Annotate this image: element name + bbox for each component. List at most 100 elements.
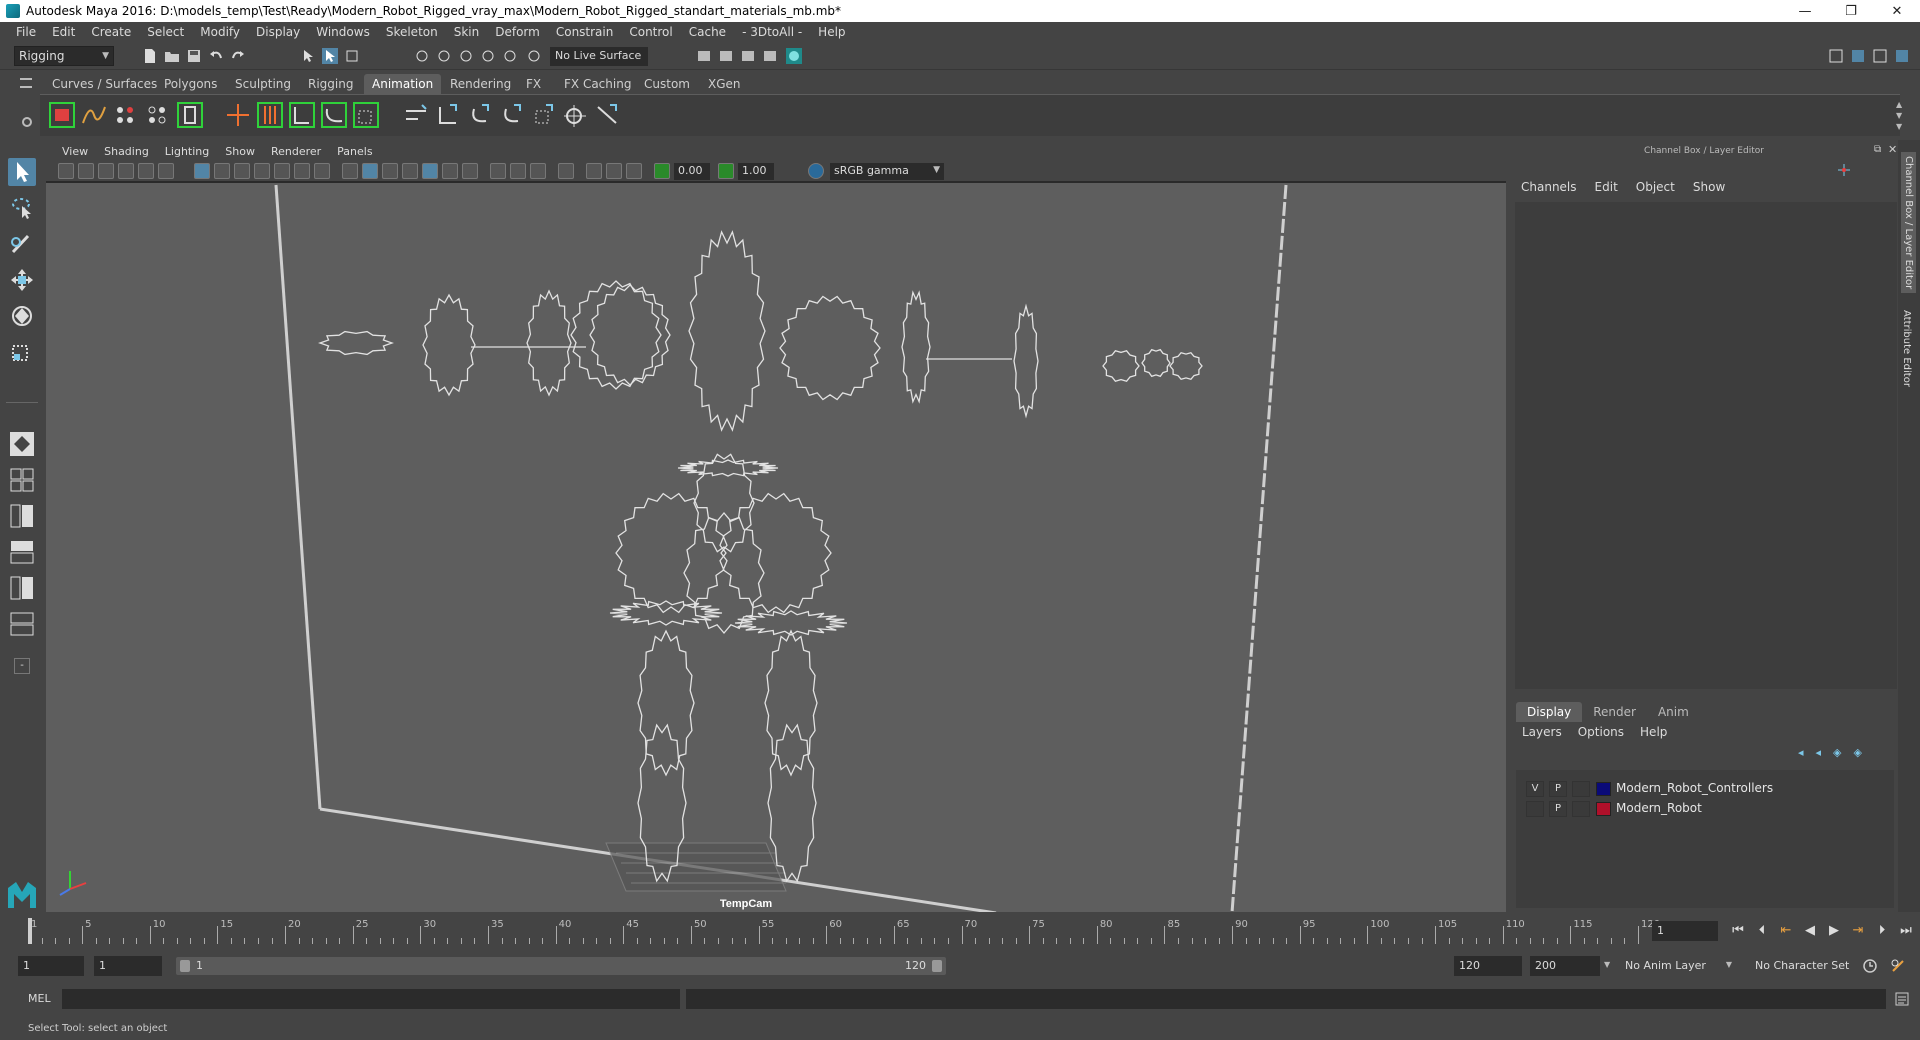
trax-editor-icon[interactable]	[144, 101, 172, 129]
dope-sheet-icon[interactable]	[112, 101, 140, 129]
select-camera-icon[interactable]	[58, 163, 74, 179]
undo-icon[interactable]	[208, 48, 224, 64]
range-bar[interactable]: 1 120	[176, 957, 946, 975]
motion-path-icon[interactable]	[594, 101, 622, 129]
command-input[interactable]	[62, 989, 680, 1009]
select-object-icon[interactable]	[322, 48, 338, 64]
scale-constraint-icon[interactable]	[352, 101, 380, 129]
tab-rendering[interactable]: Rendering	[442, 74, 519, 94]
render-frame-icon[interactable]	[718, 48, 734, 64]
grid-toggle-icon[interactable]	[194, 163, 210, 179]
shelf-scroll-arrows[interactable]: ▲ ▼ ▼	[1896, 99, 1904, 133]
current-time-marker[interactable]	[28, 918, 32, 944]
four-view-layout-icon[interactable]	[8, 466, 36, 494]
shadows-icon[interactable]	[462, 163, 478, 179]
layer-playback-toggle[interactable]: P	[1549, 781, 1567, 797]
resolution-gate-icon[interactable]	[234, 163, 250, 179]
tab-fx-caching[interactable]: FX Caching	[556, 74, 639, 94]
layer-display-type-toggle[interactable]	[1572, 781, 1590, 797]
channel-box-list[interactable]	[1515, 202, 1897, 689]
isolate-select-icon[interactable]	[558, 163, 574, 179]
tab-custom[interactable]: Custom	[636, 74, 698, 94]
layer-visibility-toggle[interactable]	[1526, 801, 1544, 817]
tool-settings-toggle-icon[interactable]	[1872, 48, 1888, 64]
play-backwards-button[interactable]: ◀	[1800, 923, 1820, 938]
layer-row[interactable]: V P Modern_Robot_Controllers	[1516, 779, 1894, 799]
hud-icon[interactable]	[626, 163, 642, 179]
snap-point-icon[interactable]	[458, 48, 474, 64]
image-plane-icon[interactable]	[118, 163, 134, 179]
anim-layer-dropdown[interactable]: No Anim Layer ▼	[1620, 956, 1736, 976]
select-tool-icon[interactable]	[8, 158, 36, 186]
menu-modify[interactable]: Modify	[192, 25, 248, 39]
layer-color-swatch[interactable]	[1596, 802, 1611, 816]
edit-menu[interactable]: Edit	[1586, 180, 1627, 198]
layer-display-type-toggle[interactable]	[1572, 801, 1590, 817]
2d-pan-zoom-icon[interactable]	[138, 163, 154, 179]
layers-menu[interactable]: Layers	[1522, 725, 1570, 739]
step-back-frame-button[interactable]: ⏴	[1752, 923, 1772, 938]
pole-vector-icon[interactable]	[466, 101, 494, 129]
open-scene-icon[interactable]	[164, 48, 180, 64]
live-surface-field[interactable]: No Live Surface	[550, 47, 648, 66]
parent-constraint-icon[interactable]	[288, 101, 316, 129]
modeling-toolkit-icon[interactable]	[1828, 48, 1844, 64]
tab-xgen[interactable]: XGen	[700, 74, 749, 94]
menu-create[interactable]: Create	[83, 25, 139, 39]
wireframe-icon[interactable]	[342, 163, 358, 179]
custom-layout-icon[interactable]	[8, 610, 36, 638]
manipulator-icon[interactable]	[1836, 162, 1852, 178]
move-tool-icon[interactable]	[8, 266, 36, 294]
new-scene-icon[interactable]	[142, 48, 158, 64]
use-all-lights-icon[interactable]	[442, 163, 458, 179]
anti-aliasing-icon[interactable]	[530, 163, 546, 179]
show-menu[interactable]: Show	[1684, 180, 1734, 198]
xray-icon[interactable]	[422, 163, 438, 179]
minimize-button[interactable]: —	[1782, 0, 1828, 22]
safe-title-icon[interactable]	[314, 163, 330, 179]
play-forwards-button[interactable]: ▶	[1824, 923, 1844, 938]
motion-blur-icon[interactable]	[510, 163, 526, 179]
close-button[interactable]: ✕	[1874, 0, 1920, 22]
film-gate-icon[interactable]	[214, 163, 230, 179]
tab-attribute-editor[interactable]: Attribute Editor	[1901, 310, 1912, 387]
lasso-tool-icon[interactable]	[8, 194, 36, 222]
object-menu[interactable]: Object	[1627, 180, 1684, 198]
render-view-icon[interactable]	[762, 48, 778, 64]
menu-display[interactable]: Display	[248, 25, 308, 39]
scene-start-field[interactable]: 1	[18, 956, 84, 976]
view-transform-dropdown[interactable]: sRGB gamma ▼	[830, 163, 944, 180]
menu-help[interactable]: Help	[810, 25, 853, 39]
default-material-icon[interactable]	[382, 163, 398, 179]
float-window-icon[interactable]: ⧉	[1874, 144, 1881, 155]
save-scene-icon[interactable]	[186, 48, 202, 64]
render-settings-icon[interactable]	[696, 48, 712, 64]
orient-constraint-icon[interactable]	[402, 101, 430, 129]
camera-attributes-icon[interactable]	[78, 163, 94, 179]
auto-key-icon[interactable]	[1862, 958, 1878, 974]
panel-menu-view[interactable]: View	[54, 145, 96, 158]
range-start-handle[interactable]	[180, 960, 190, 972]
tab-render[interactable]: Render	[1582, 702, 1647, 722]
menu-file[interactable]: File	[8, 25, 44, 39]
time-slider-track[interactable]: 1 5 10 15 20 25 30 35 40 45 50 55 60 65 70 75 80 85 90 95 10…	[26, 916, 1660, 946]
geometry-constraint-icon[interactable]	[498, 101, 526, 129]
range-end-handle[interactable]	[932, 960, 942, 972]
attribute-editor-toggle-icon[interactable]	[1850, 48, 1866, 64]
menu-edit[interactable]: Edit	[44, 25, 83, 39]
hypershade-icon[interactable]	[786, 48, 802, 64]
playback-start-field[interactable]: 1	[94, 956, 162, 976]
go-to-start-button[interactable]: ⏮	[1728, 923, 1748, 938]
step-back-key-button[interactable]: ⇤	[1776, 923, 1796, 938]
menuset-dropdown[interactable]: Rigging ▼	[14, 46, 114, 66]
point-constraint-icon[interactable]	[320, 101, 348, 129]
panel-menu-renderer[interactable]: Renderer	[263, 145, 329, 158]
layer-arrange-icons[interactable]: ◂◂◈◈	[1798, 746, 1894, 762]
layout-menu-icon[interactable]: -	[14, 658, 30, 674]
gamma-field[interactable]: 1.00	[738, 163, 774, 180]
tab-channel-box-layer-editor[interactable]: Channel Box / Layer Editor	[1901, 152, 1916, 294]
xray-joints-icon[interactable]	[586, 163, 602, 179]
redo-icon[interactable]	[230, 48, 246, 64]
tab-fx[interactable]: FX	[518, 74, 549, 94]
ik-handle-icon[interactable]	[256, 101, 284, 129]
